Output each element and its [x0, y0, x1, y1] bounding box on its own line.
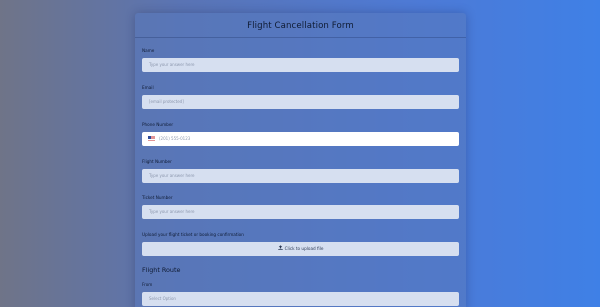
flight-number-label: Flight Number	[142, 159, 172, 164]
upload-field-group: Upload your flight ticket or booking con…	[142, 232, 459, 256]
phone-field-group: Phone Number (201) 555-0123	[142, 122, 459, 146]
upload-button[interactable]: Click to upload file	[142, 242, 459, 256]
name-label: Name	[142, 48, 155, 53]
form-card: Flight Cancellation Form Name Type your …	[135, 13, 466, 307]
upload-button-label: Click to upload file	[284, 246, 324, 251]
name-input[interactable]: Type your answer here	[142, 58, 459, 72]
flight-route-heading: Flight Route	[142, 266, 181, 274]
name-field-group: Name Type your answer here	[142, 48, 459, 72]
ticket-number-input[interactable]: Type your answer here	[142, 205, 459, 219]
from-select[interactable]: Select Option	[142, 292, 459, 306]
upload-label: Upload your flight ticket or booking con…	[142, 232, 244, 237]
from-field-group: From Select Option	[142, 282, 459, 306]
flight-number-field-group: Flight Number Type your answer here	[142, 159, 459, 183]
phone-input[interactable]: (201) 555-0123	[142, 132, 459, 146]
title-divider	[135, 37, 466, 38]
email-label: Email	[142, 85, 154, 90]
email-field-group: Email [email protected]	[142, 85, 459, 109]
upload-icon	[277, 242, 283, 256]
phone-placeholder: (201) 555-0123	[159, 136, 191, 141]
from-label: From	[142, 282, 153, 287]
phone-label: Phone Number	[142, 122, 174, 127]
form-title: Flight Cancellation Form	[247, 21, 354, 31]
flight-number-input[interactable]: Type your answer here	[142, 169, 459, 183]
email-input[interactable]: [email protected]	[142, 95, 459, 109]
ticket-number-label: Ticket Number	[142, 195, 173, 200]
ticket-number-field-group: Ticket Number Type your answer here	[142, 195, 459, 219]
us-flag-icon[interactable]	[148, 136, 155, 141]
